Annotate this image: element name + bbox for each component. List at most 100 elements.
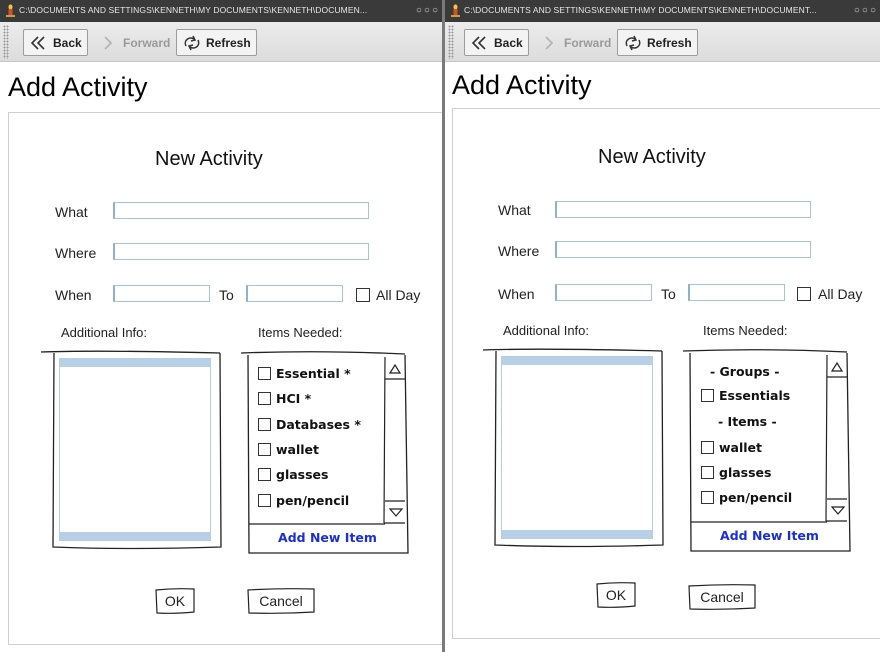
refresh-button[interactable]: Refresh — [176, 29, 257, 56]
ok-label: OK — [605, 587, 627, 603]
back-icon — [30, 35, 45, 50]
forward-icon — [545, 35, 554, 50]
toolbar-grip[interactable] — [3, 25, 9, 59]
window-controls[interactable]: ○○○ — [416, 5, 440, 16]
item-row[interactable]: wallet — [701, 438, 762, 456]
item-row[interactable]: glasses — [258, 465, 328, 483]
refresh-label: Refresh — [206, 35, 251, 50]
refresh-button[interactable]: Refresh — [617, 29, 698, 56]
item-row[interactable]: Databases * — [258, 415, 361, 433]
additional-info-textarea[interactable] — [40, 349, 222, 551]
left-mockup-window: C:\DOCUMENTS AND SETTINGS\KENNETH\MY DOC… — [0, 0, 442, 652]
scroll-up-icon[interactable] — [388, 363, 402, 375]
forward-icon — [104, 35, 113, 50]
content-border-bottom — [452, 638, 880, 639]
to-label: To — [661, 286, 676, 302]
content-border-left — [452, 108, 453, 638]
textarea-highlight-top — [502, 357, 652, 365]
item-checkbox[interactable] — [258, 391, 271, 405]
all-day-label: All Day — [818, 286, 863, 302]
item-checkbox[interactable] — [701, 440, 714, 454]
scroll-up-icon[interactable] — [830, 361, 844, 373]
what-label: What — [55, 204, 88, 220]
forward-label: Forward — [564, 35, 612, 50]
when-start-input[interactable] — [113, 285, 210, 302]
all-day-label: All Day — [376, 287, 421, 303]
app-icon — [451, 4, 460, 17]
forward-button[interactable]: Forward — [93, 29, 176, 56]
item-label: HCI * — [276, 390, 312, 406]
forward-button[interactable]: Forward — [534, 29, 617, 56]
textarea-highlight-bottom — [60, 532, 210, 540]
cancel-button[interactable]: Cancel — [687, 583, 757, 611]
item-row[interactable]: wallet — [258, 440, 319, 458]
ok-button[interactable]: OK — [595, 581, 637, 609]
items-needed-list[interactable]: - Groups - Essentials - Items - wallet g… — [682, 347, 852, 553]
add-new-item-link[interactable]: Add New Item — [692, 528, 847, 543]
what-label: What — [498, 202, 531, 218]
textarea-content[interactable] — [501, 356, 653, 539]
cancel-button[interactable]: Cancel — [246, 587, 316, 615]
to-label: To — [219, 287, 234, 303]
item-label: Databases * — [276, 416, 361, 432]
where-label: Where — [498, 243, 540, 259]
title-bar: C:\DOCUMENTS AND SETTINGS\KENNETH\MY DOC… — [0, 0, 442, 22]
item-checkbox[interactable] — [258, 417, 271, 431]
item-row[interactable]: Essential * — [258, 364, 351, 382]
item-label: pen/pencil — [719, 489, 793, 505]
refresh-icon — [625, 35, 641, 50]
item-label: Essential * — [276, 365, 351, 381]
back-button[interactable]: Back — [23, 29, 88, 56]
when-start-input[interactable] — [555, 284, 652, 301]
page-title: Add Activity — [8, 72, 148, 102]
item-checkbox[interactable] — [258, 442, 271, 456]
textarea-highlight-top — [60, 359, 210, 367]
item-label: wallet — [719, 439, 763, 455]
window-title: C:\DOCUMENTS AND SETTINGS\KENNETH\MY DOC… — [464, 5, 817, 15]
content-border-left — [8, 112, 9, 644]
item-checkbox[interactable] — [701, 490, 714, 504]
browser-toolbar: Back Forward Refresh — [445, 22, 880, 62]
group-row[interactable]: Essentials — [701, 386, 790, 404]
scroll-down-icon[interactable] — [830, 505, 846, 516]
form-title: New Activity — [598, 146, 706, 168]
header-divider — [452, 108, 880, 109]
window-controls[interactable]: ○○○ — [854, 5, 878, 16]
when-end-input[interactable] — [246, 285, 343, 302]
item-checkbox[interactable] — [258, 493, 271, 507]
what-input[interactable] — [113, 202, 369, 219]
refresh-icon — [184, 35, 200, 50]
all-day-checkbox[interactable] — [797, 287, 811, 301]
items-header: - Items - — [718, 414, 777, 429]
app-icon — [6, 4, 15, 17]
back-label: Back — [53, 35, 82, 50]
item-row[interactable]: HCI * — [258, 389, 311, 407]
ok-button[interactable]: OK — [154, 587, 196, 615]
all-day-checkbox[interactable] — [356, 288, 370, 302]
add-new-item-link[interactable]: Add New Item — [250, 530, 405, 545]
item-row[interactable]: glasses — [701, 463, 771, 481]
additional-info-textarea[interactable] — [482, 347, 664, 549]
item-checkbox[interactable] — [701, 465, 714, 479]
where-input[interactable] — [555, 241, 811, 258]
when-end-input[interactable] — [688, 284, 785, 301]
textarea-highlight-bottom — [502, 530, 652, 538]
back-icon — [471, 35, 486, 50]
group-checkbox[interactable] — [701, 388, 714, 402]
header-divider — [8, 112, 442, 113]
back-button[interactable]: Back — [464, 29, 529, 56]
item-label: pen/pencil — [276, 492, 350, 508]
item-row[interactable]: pen/pencil — [701, 488, 792, 506]
when-label: When — [498, 286, 535, 302]
refresh-label: Refresh — [647, 35, 692, 50]
items-needed-list[interactable]: Essential * HCI * Databases * wallet gla… — [240, 349, 410, 555]
where-input[interactable] — [113, 243, 369, 260]
textarea-content[interactable] — [59, 358, 211, 541]
toolbar-grip[interactable] — [448, 25, 454, 59]
item-row[interactable]: pen/pencil — [258, 491, 349, 509]
what-input[interactable] — [555, 201, 811, 218]
item-checkbox[interactable] — [258, 366, 271, 380]
scroll-down-icon[interactable] — [388, 507, 404, 518]
cancel-label: Cancel — [259, 593, 303, 609]
item-checkbox[interactable] — [258, 467, 271, 481]
